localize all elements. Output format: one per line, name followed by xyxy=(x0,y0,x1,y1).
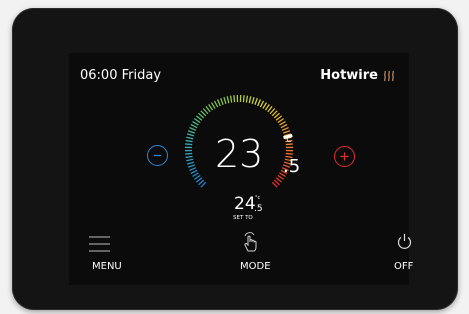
current-temperature-decimal: .5 xyxy=(283,156,301,177)
dial-tick xyxy=(186,158,194,162)
dial-tick xyxy=(285,143,293,146)
dial-tick xyxy=(242,95,245,103)
dial-tick xyxy=(264,103,270,111)
heating-mode-label: Hotwire xyxy=(320,68,378,83)
dial-tick xyxy=(273,112,280,119)
dial-tick xyxy=(275,115,283,121)
menu-button[interactable] xyxy=(89,235,110,253)
setpoint-label: SET TO xyxy=(233,215,253,221)
off-button[interactable] xyxy=(397,233,412,250)
hand-touch-icon xyxy=(244,232,257,252)
dial-tick xyxy=(277,118,285,124)
dial-tick xyxy=(245,95,249,103)
dial-tick xyxy=(190,169,198,175)
dial-tick xyxy=(205,105,211,113)
dial-tick xyxy=(189,167,197,172)
dial-tick xyxy=(186,161,195,165)
thermostat-device: 06:00 Friday Hotwire 23 .5 °C 24 .5 °c S… xyxy=(12,8,458,310)
dial-tick xyxy=(198,112,205,119)
dial-tick xyxy=(189,126,197,131)
dial-tick xyxy=(213,100,219,108)
hamburger-icon xyxy=(89,236,110,252)
dial-tick xyxy=(275,177,283,183)
current-temperature-unit: °C xyxy=(283,136,292,144)
dial-tick xyxy=(271,110,278,117)
dial-tick xyxy=(280,123,288,129)
mode-button[interactable] xyxy=(241,231,261,253)
dial-tick xyxy=(216,99,221,107)
power-icon xyxy=(397,234,412,249)
dial-tick xyxy=(279,120,286,126)
heat-waves-icon xyxy=(384,70,394,82)
minus-icon xyxy=(153,154,162,157)
day-text: Friday xyxy=(121,68,162,83)
dial-tick xyxy=(283,130,291,134)
dial-tick xyxy=(200,110,207,117)
time-text: 06:00 xyxy=(80,68,118,83)
dial-tick xyxy=(195,115,203,121)
setpoint-temperature-whole: 24 xyxy=(234,194,256,214)
dial-tick xyxy=(185,143,193,146)
dial-tick xyxy=(257,99,262,107)
dial-tick xyxy=(285,152,293,155)
dial-tick xyxy=(195,177,203,183)
dial-tick xyxy=(192,172,199,178)
dial-tick xyxy=(259,100,265,108)
dial-tick xyxy=(198,179,205,186)
dial-tick xyxy=(273,179,280,186)
dial-tick xyxy=(208,103,214,111)
dial-tick xyxy=(220,97,224,105)
dial-tick xyxy=(202,108,209,115)
dial-tick xyxy=(226,96,230,104)
setpoint-temperature-unit: °c xyxy=(255,195,261,201)
dial-tick xyxy=(187,130,195,134)
menu-label[interactable]: MENU xyxy=(92,261,122,272)
increase-temperature-button[interactable] xyxy=(334,146,355,167)
dial-tick xyxy=(192,120,199,126)
dial-tick xyxy=(262,102,268,109)
dial-tick xyxy=(185,155,193,159)
dial-tick xyxy=(186,133,195,137)
dial-tick xyxy=(190,123,198,129)
dial-tick xyxy=(248,96,252,104)
mode-label[interactable]: MODE xyxy=(240,261,271,272)
dial-tick xyxy=(233,95,236,103)
dial-tick xyxy=(200,181,207,188)
dial-tick xyxy=(271,181,278,188)
dial-tick xyxy=(267,105,273,113)
dial-tick xyxy=(193,118,201,124)
dial-tick xyxy=(251,96,255,105)
dial-tick xyxy=(254,97,258,105)
setpoint-temperature-decimal: .5 xyxy=(254,204,263,214)
dial-tick xyxy=(187,164,195,168)
time-day-display: 06:00 Friday xyxy=(80,68,161,83)
dial-tick xyxy=(229,95,233,103)
dial-tick xyxy=(223,96,227,105)
thermostat-screen: 06:00 Friday Hotwire 23 .5 °C 24 .5 °c S… xyxy=(69,53,413,285)
dial-tick xyxy=(193,174,201,180)
plus-icon xyxy=(340,152,349,161)
off-label[interactable]: OFF xyxy=(394,261,413,272)
dial-tick xyxy=(185,152,193,155)
dial-tick xyxy=(185,139,193,143)
dial-tick xyxy=(210,102,216,109)
current-temperature-whole: 23 xyxy=(215,132,264,176)
decrease-temperature-button[interactable] xyxy=(147,145,168,166)
dial-tick xyxy=(186,136,194,140)
dial-tick xyxy=(269,108,276,115)
dial-tick xyxy=(281,126,289,131)
